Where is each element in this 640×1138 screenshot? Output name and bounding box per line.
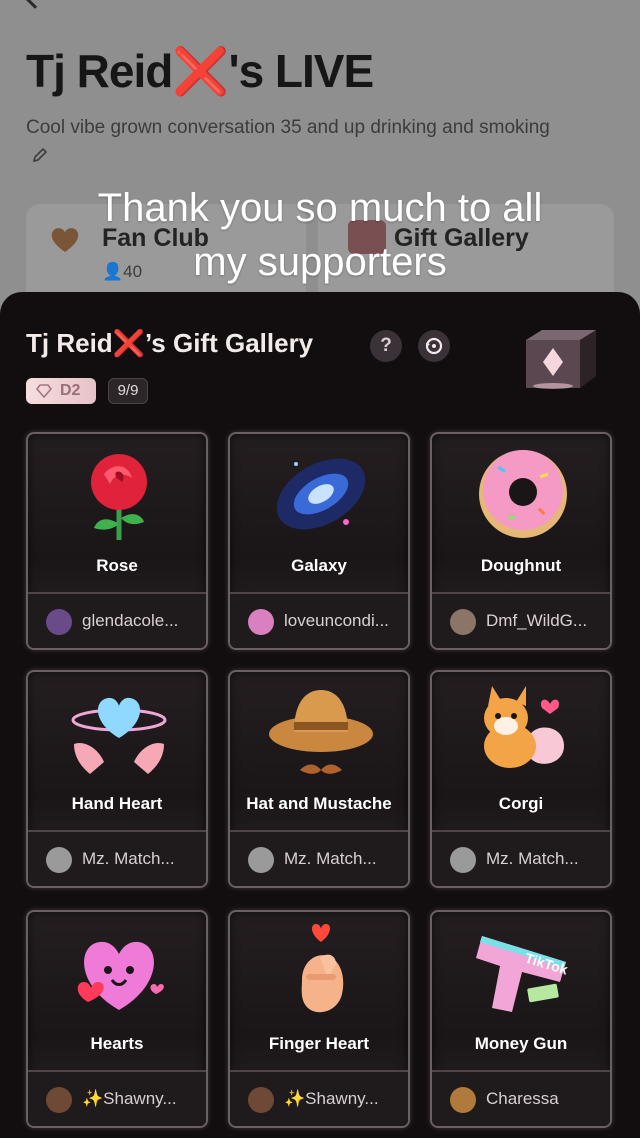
sender-name: Mz. Match... (486, 849, 579, 868)
gift-name: Rose (96, 556, 138, 575)
sender-name: ✨Shawny... (82, 1089, 177, 1108)
live-description: Cool vibe grown conversation 35 and up d… (26, 114, 566, 170)
hand-heart-icon (71, 697, 167, 774)
sender-row[interactable]: ✨Shawny... (230, 1072, 408, 1126)
doughnut-icon (479, 450, 567, 538)
gift-gallery-sheet: Tj Reid❌’s Gift Gallery ? D2 9/9 Rose gl… (0, 292, 640, 1138)
avatar (450, 847, 476, 873)
gift-card-galaxy[interactable]: Galaxy loveuncondi... (228, 432, 410, 650)
sender-row[interactable]: Dmf_WildG... (432, 594, 610, 648)
avatar (450, 609, 476, 635)
avatar (248, 847, 274, 873)
avatar (46, 609, 72, 635)
gift-name: Hand Heart (71, 794, 163, 813)
level-badge: D2 (26, 378, 96, 404)
avatar (248, 609, 274, 635)
sender-name: Charessa (486, 1089, 559, 1108)
gift-name: Hearts (90, 1034, 144, 1053)
avatar (248, 1087, 274, 1113)
live-title: Tj Reid❌'s LIVE (26, 45, 374, 97)
sender-row[interactable]: Charessa (432, 1072, 610, 1126)
caption-overlay: Thank you so much to all my supporters (0, 181, 640, 289)
gift-card-doughnut[interactable]: Doughnut Dmf_WildG... (430, 432, 612, 650)
sender-name: Mz. Match... (82, 849, 175, 868)
money-gun-icon: TikTok (476, 936, 570, 1012)
gift-name: Corgi (498, 794, 544, 813)
history-icon (425, 337, 443, 355)
caption-line-2: my supporters (193, 240, 447, 284)
history-button[interactable] (418, 330, 450, 362)
avatar (450, 1087, 476, 1113)
sender-name: Dmf_WildG... (486, 611, 588, 630)
sender-name: Mz. Match... (284, 849, 377, 868)
gift-card-rose[interactable]: Rose glendacole... (26, 432, 208, 650)
crystal-cube-icon (526, 330, 596, 389)
gift-card-finger-heart[interactable]: Finger Heart ✨Shawny... (228, 910, 410, 1128)
finger-heart-icon (301, 924, 344, 1013)
hat-icon (269, 690, 373, 774)
gift-name: Doughnut (480, 556, 562, 575)
sender-row[interactable]: Mz. Match... (432, 832, 610, 886)
sender-name: loveuncondi... (284, 611, 389, 630)
sender-row[interactable]: glendacole... (28, 594, 206, 648)
gift-card-hand-heart[interactable]: Hand Heart Mz. Match... (26, 670, 208, 888)
sender-row[interactable]: ✨Shawny... (28, 1072, 206, 1126)
rose-icon (91, 454, 147, 540)
caption-line-1: Thank you so much to all (97, 186, 543, 230)
diamond-icon (36, 384, 52, 398)
sender-row[interactable]: Mz. Match... (28, 832, 206, 886)
gift-card-hat-and-mustache[interactable]: Hat and Mustache Mz. Match... (228, 670, 410, 888)
gift-card-corgi[interactable]: Corgi Mz. Match... (430, 670, 612, 888)
back-icon[interactable] (25, 0, 45, 9)
sender-name: ✨Shawny... (284, 1089, 379, 1108)
gift-name: Galaxy (291, 556, 347, 575)
gift-name: Money Gun (474, 1034, 568, 1053)
gift-name: Hat and Mustache (246, 794, 392, 813)
avatar (46, 847, 72, 873)
sender-row[interactable]: loveuncondi... (230, 594, 408, 648)
avatar (46, 1087, 72, 1113)
gift-name: Finger Heart (268, 1034, 370, 1053)
hearts-icon (77, 941, 164, 1010)
gift-card-money-gun[interactable]: TikTok Money Gun Charessa (430, 910, 612, 1128)
sender-row[interactable]: Mz. Match... (230, 832, 408, 886)
corgi-icon (484, 686, 564, 768)
galaxy-icon (276, 458, 366, 530)
sender-name: glendacole... (82, 611, 179, 630)
gift-gallery-title: Tj Reid❌’s Gift Gallery (26, 328, 314, 358)
gift-progress-badge: 9/9 (108, 378, 148, 404)
pencil-icon[interactable] (32, 147, 48, 163)
help-button[interactable]: ? (370, 330, 402, 362)
gift-card-hearts[interactable]: Hearts ✨Shawny... (26, 910, 208, 1128)
